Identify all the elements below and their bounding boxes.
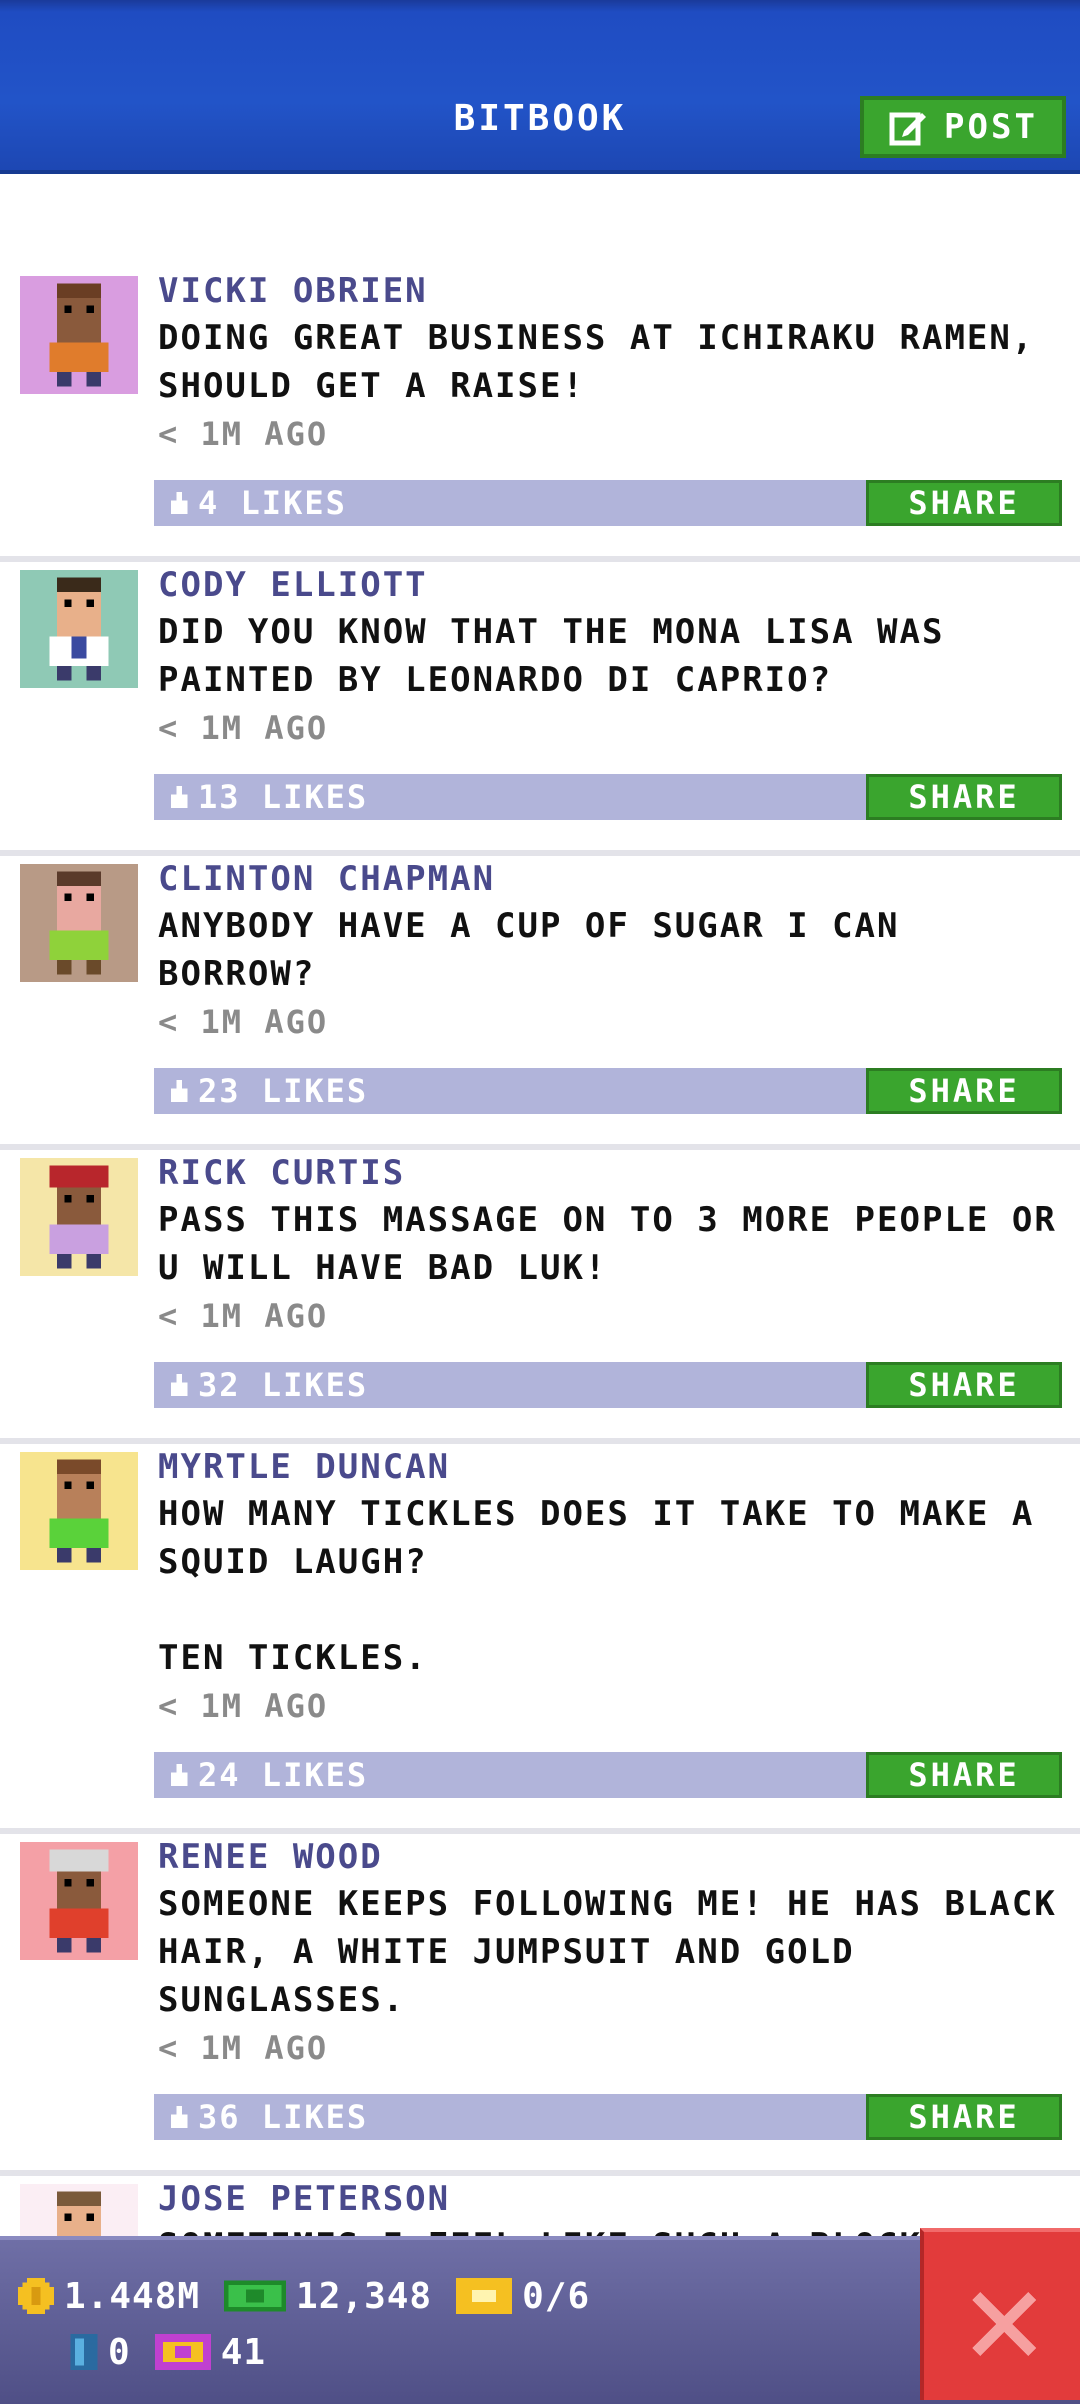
- post-author[interactable]: JOSE PETERSON: [158, 2176, 1062, 2222]
- avatar: [20, 570, 138, 688]
- gem-icon: [70, 2334, 98, 2370]
- like-count-label: 24 LIKES: [198, 1756, 369, 1794]
- post-author[interactable]: RENEE WOOD: [158, 1834, 1062, 1880]
- vip-value: 41: [220, 2331, 267, 2373]
- compose-icon: [889, 112, 927, 146]
- avatar: [20, 1452, 138, 1570]
- avatar: [20, 1158, 138, 1276]
- like-count-label: 36 LIKES: [198, 2098, 369, 2136]
- post-time: < 1M AGO: [158, 1687, 329, 1725]
- post-button-label: POST: [944, 107, 1038, 147]
- bux-icon: [224, 2280, 287, 2312]
- thumbs-up-icon: [170, 1374, 188, 1396]
- feed-post: CODY ELLIOTT DID YOU KNOW THAT THE MONA …: [0, 562, 1080, 856]
- like-bar[interactable]: 13 LIKES SHARE: [154, 774, 1062, 820]
- share-button[interactable]: SHARE: [866, 2094, 1062, 2140]
- thumbs-up-icon: [170, 1080, 188, 1102]
- like-count[interactable]: 23 LIKES: [168, 1068, 368, 1114]
- post-author[interactable]: VICKI OBRIEN: [158, 268, 1062, 314]
- share-button[interactable]: SHARE: [866, 1362, 1062, 1408]
- share-button[interactable]: SHARE: [866, 774, 1062, 820]
- feed-list[interactable]: VICKI OBRIEN DOING GREAT BUSINESS AT ICH…: [0, 268, 1080, 2258]
- feed-post: RICK CURTIS PASS THIS MASSAGE ON TO 3 MO…: [0, 1150, 1080, 1444]
- share-button[interactable]: SHARE: [866, 480, 1062, 526]
- bux-value: 12,348: [296, 2275, 433, 2317]
- like-count-label: 13 LIKES: [198, 778, 369, 816]
- post-button[interactable]: POST: [860, 96, 1066, 158]
- close-button[interactable]: [920, 2228, 1080, 2400]
- like-bar[interactable]: 4 LIKES SHARE: [154, 480, 1062, 526]
- gems-value: 0: [108, 2331, 131, 2373]
- like-count[interactable]: 24 LIKES: [168, 1752, 368, 1798]
- thumbs-up-icon: [170, 786, 188, 808]
- feed-post: CLINTON CHAPMAN ANYBODY HAVE A CUP OF SU…: [0, 856, 1080, 1150]
- post-message: ANYBODY HAVE A CUP OF SUGAR I CAN BORROW…: [158, 906, 900, 994]
- like-bar[interactable]: 36 LIKES SHARE: [154, 2094, 1062, 2140]
- avatar: [20, 1842, 138, 1960]
- like-count[interactable]: 32 LIKES: [168, 1362, 368, 1408]
- feed-post: MYRTLE DUNCAN HOW MANY TICKLES DOES IT T…: [0, 1444, 1080, 1834]
- like-bar[interactable]: 32 LIKES SHARE: [154, 1362, 1062, 1408]
- post-author[interactable]: MYRTLE DUNCAN: [158, 1444, 1062, 1490]
- share-button[interactable]: SHARE: [866, 1068, 1062, 1114]
- post-message: PASS THIS MASSAGE ON TO 3 MORE PEOPLE OR…: [158, 1200, 1057, 1288]
- post-time: < 1M AGO: [158, 1003, 329, 1041]
- avatar: [20, 276, 138, 394]
- stats-row-bottom: 0 41: [70, 2324, 590, 2380]
- like-count[interactable]: 36 LIKES: [168, 2094, 368, 2140]
- post-time: < 1M AGO: [158, 1297, 329, 1335]
- like-count[interactable]: 4 LIKES: [168, 480, 347, 526]
- thumbs-up-icon: [170, 492, 188, 514]
- ticket-icon: [456, 2278, 513, 2314]
- post-author[interactable]: CLINTON CHAPMAN: [158, 856, 1062, 902]
- like-bar[interactable]: 24 LIKES SHARE: [154, 1752, 1062, 1798]
- like-count-label: 32 LIKES: [198, 1366, 369, 1404]
- stats-bar: 1.448M 12,348 0/6 0 41: [0, 2236, 1080, 2404]
- feed-post: RENEE WOOD SOMEONE KEEPS FOLLOWING ME! H…: [0, 1834, 1080, 2176]
- post-message: SOMEONE KEEPS FOLLOWING ME! HE HAS BLACK…: [158, 1884, 1057, 2020]
- share-button[interactable]: SHARE: [866, 1752, 1062, 1798]
- like-bar[interactable]: 23 LIKES SHARE: [154, 1068, 1062, 1114]
- stats-row-top: 1.448M 12,348 0/6: [18, 2268, 590, 2324]
- post-time: < 1M AGO: [158, 2029, 329, 2067]
- post-time: < 1M AGO: [158, 709, 329, 747]
- coin-icon: [18, 2278, 54, 2314]
- like-count-label: 23 LIKES: [198, 1072, 369, 1110]
- like-count[interactable]: 13 LIKES: [168, 774, 368, 820]
- post-author[interactable]: CODY ELLIOTT: [158, 562, 1062, 608]
- coins-value: 1.448M: [64, 2275, 201, 2317]
- tickets-value: 0/6: [522, 2275, 591, 2317]
- close-icon: [972, 2292, 1036, 2356]
- top-bar: BITBOOK POST: [0, 0, 1080, 174]
- post-message: DID YOU KNOW THAT THE MONA LISA WAS PAIN…: [158, 612, 945, 700]
- stats: 1.448M 12,348 0/6 0 41: [18, 2268, 590, 2380]
- avatar: [20, 864, 138, 982]
- post-message: HOW MANY TICKLES DOES IT TAKE TO MAKE A …: [158, 1494, 1035, 1678]
- feed-post: VICKI OBRIEN DOING GREAT BUSINESS AT ICH…: [0, 268, 1080, 562]
- thumbs-up-icon: [170, 2106, 188, 2128]
- thumbs-up-icon: [170, 1764, 188, 1786]
- post-time: < 1M AGO: [158, 415, 329, 453]
- post-author[interactable]: RICK CURTIS: [158, 1150, 1062, 1196]
- post-message: DOING GREAT BUSINESS AT ICHIRAKU RAMEN, …: [158, 318, 1035, 406]
- like-count-label: 4 LIKES: [198, 484, 347, 522]
- vip-ticket-icon: [154, 2334, 211, 2370]
